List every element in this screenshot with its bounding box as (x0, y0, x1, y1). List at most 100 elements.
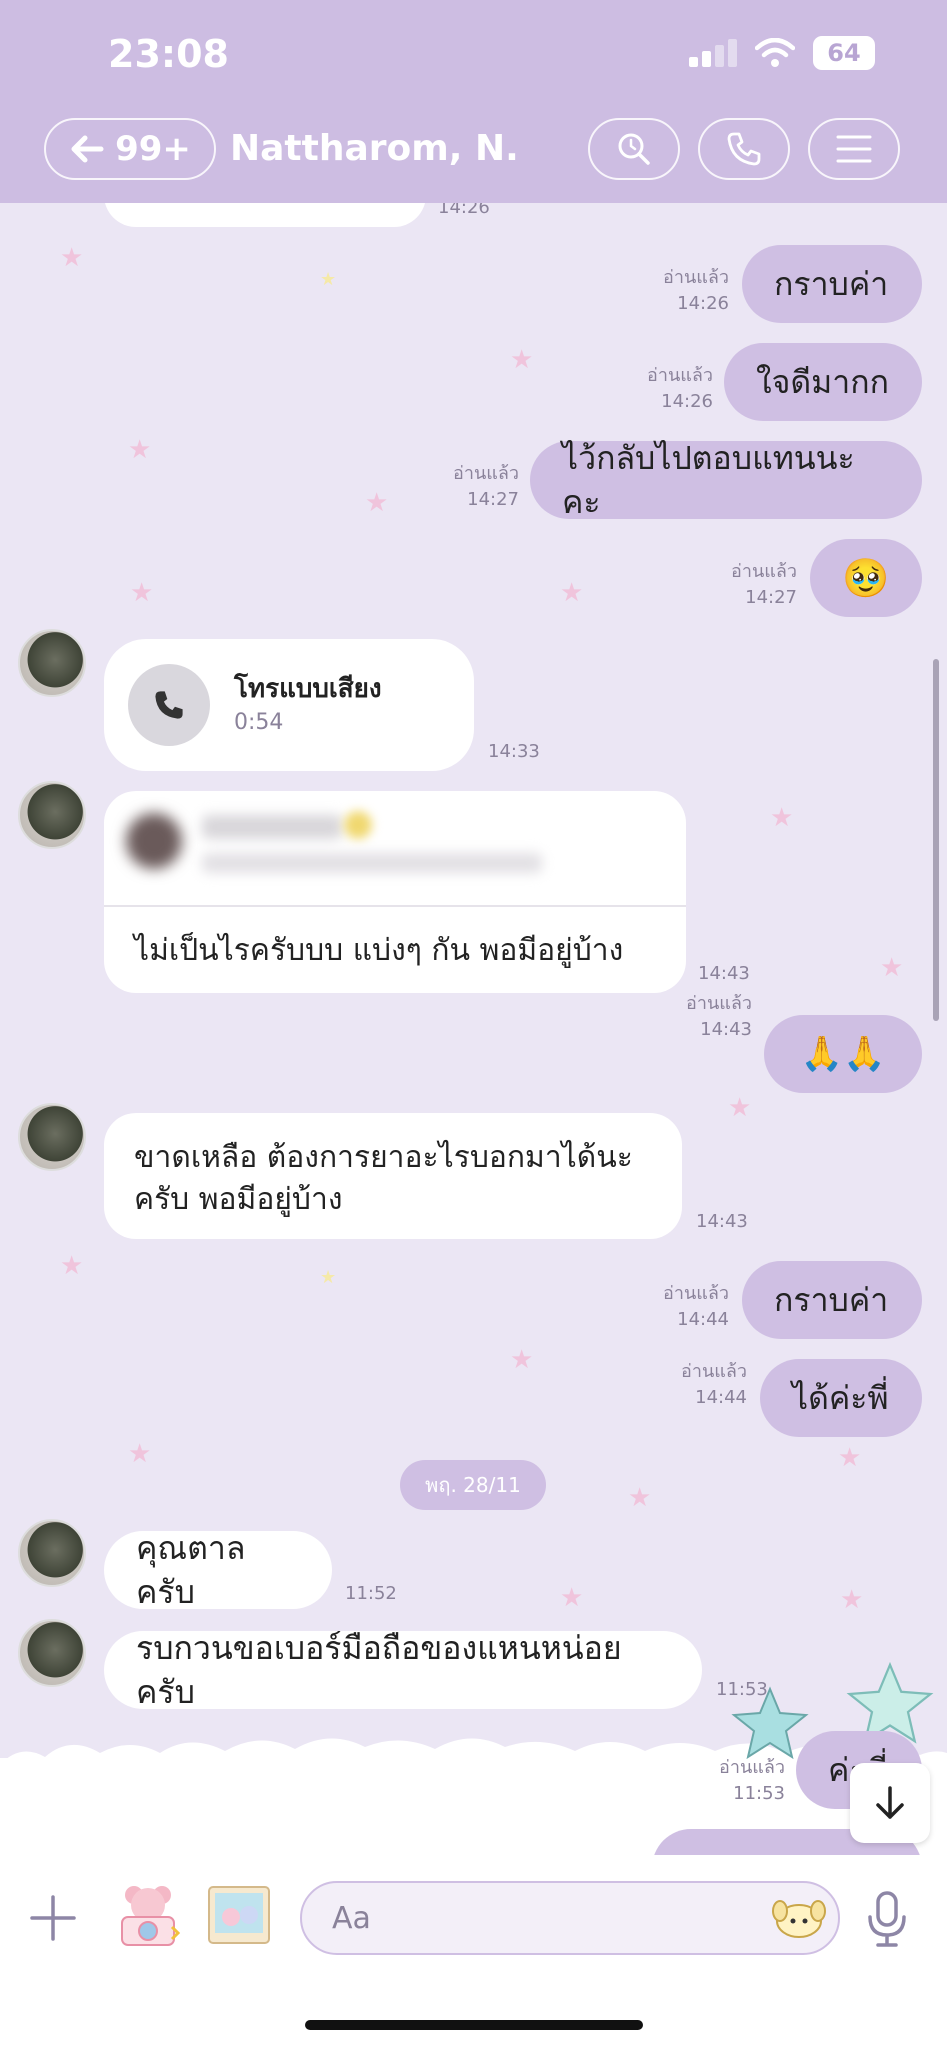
star-decoration: ★ (838, 1443, 862, 1473)
unread-count: 99+ (115, 129, 191, 169)
message-text-line: ขาดเหลือ ต้องการยาอะไรบอกมาได้นะ (134, 1140, 633, 1175)
message-text: คุณตาลครับ (136, 1529, 246, 1611)
star-decoration: ★ (770, 803, 794, 833)
message-bubble-outgoing[interactable]: 🙏🙏 (764, 1015, 922, 1093)
star-decoration: ★ (128, 435, 152, 465)
message-time: 14:26 (661, 391, 713, 412)
battery-indicator: 64 (813, 36, 875, 70)
message-meta: อ่านแล้ว 14:26 (647, 363, 713, 415)
star-decoration: ★ (60, 243, 84, 273)
avatar[interactable] (18, 629, 86, 697)
message-bubble-outgoing[interactable]: ใจดีมากก (724, 343, 922, 421)
message-bubble-incoming[interactable]: ขาดเหลือ ต้องการยาอะไรบอกมาได้นะ ครับ พอ… (104, 1113, 682, 1239)
quoted-text-blurred (202, 853, 542, 873)
menu-icon (836, 135, 872, 163)
contact-name[interactable]: Nattharom, N. (230, 128, 519, 169)
message-meta: อ่านแล้ว 14:44 (681, 1359, 747, 1411)
message-text: กราบค่า (774, 1281, 889, 1319)
read-receipt: อ่านแล้ว (681, 1361, 747, 1382)
wifi-icon (755, 38, 795, 67)
star-decoration: ★ (628, 1483, 652, 1513)
chat-area[interactable]: ★ ★ ★ ★ ★ ★ ★ ★ ★ ★ ★ ★ ★ ★ ★ ★ ★ ★ 14:2… (0, 203, 947, 1855)
call-duration: 0:54 (234, 710, 284, 735)
read-receipt: อ่านแล้ว (731, 561, 797, 582)
phone-icon (155, 691, 183, 719)
message-time: 14:26 (438, 203, 490, 218)
star-decoration: ★ (365, 488, 389, 518)
scroll-to-bottom-button[interactable] (850, 1763, 930, 1843)
message-time: 14:43 (696, 1211, 748, 1232)
star-decoration: ★ (880, 953, 904, 983)
read-receipt: อ่านแล้ว (647, 365, 713, 386)
message-time: 14:26 (677, 293, 729, 314)
message-time: 14:43 (698, 963, 750, 984)
cellular-signal-icon (689, 39, 737, 67)
message-text-line: ครับ พอมีอยู่บ้าง (134, 1182, 343, 1217)
read-receipt: อ่านแล้ว (719, 1757, 785, 1778)
star-decoration: ★ (560, 578, 584, 608)
back-button[interactable]: 99+ (44, 118, 216, 180)
message-bubble-outgoing[interactable]: 🥹 (810, 539, 922, 617)
message-time: 11:53 (733, 1783, 785, 1804)
emoji: 🥹 (842, 556, 890, 600)
quoted-emoji-blurred (344, 811, 372, 839)
message-time: 14:44 (695, 1387, 747, 1408)
message-bubble-outgoing[interactable]: ไว้กลับไปตอบแทนนะคะ (530, 439, 922, 521)
sticker-icon[interactable] (772, 1895, 826, 1941)
message-bubble-outgoing[interactable]: ได้ค่ะพี่ (760, 1359, 922, 1437)
message-text: ไม่เป็นไรครับบบ แบ่งๆ กัน พอมีอยู่บ้าง (134, 933, 624, 968)
status-icons: 64 (689, 36, 875, 70)
message-meta: อ่านแล้ว 14:44 (663, 1281, 729, 1333)
quoted-message[interactable] (104, 791, 686, 907)
message-text: รบกวนขอเบอร์มือถือของแหนหน่อยครับ (136, 1629, 622, 1711)
star-decoration: ★ (60, 1251, 84, 1281)
date-separator: พฤ. 28/11 (400, 1460, 546, 1510)
status-time: 23:08 (108, 32, 229, 76)
message-text: ใจดีมากก (756, 363, 889, 401)
read-receipt: อ่านแล้ว (663, 1283, 729, 1304)
scrollbar[interactable] (933, 659, 939, 1021)
message-time: 14:43 (700, 1019, 752, 1040)
avatar[interactable] (18, 1619, 86, 1687)
call-icon-circle (128, 664, 210, 746)
star-decoration: ★ (840, 1585, 864, 1615)
message-time: 14:27 (467, 489, 519, 510)
star-decoration: ★ (510, 1345, 534, 1375)
read-receipt: อ่านแล้ว (453, 463, 519, 484)
avatar[interactable] (18, 1519, 86, 1587)
menu-button[interactable] (808, 118, 900, 180)
call-title: โทรแบบเสียง (234, 674, 382, 704)
message-bubble-outgoing[interactable]: กราบค่า (742, 1261, 922, 1339)
message-meta: อ่านแล้ว 14:26 (663, 265, 729, 317)
search-button[interactable] (588, 118, 680, 180)
mic-icon[interactable] (860, 1889, 914, 1949)
message-text: ไว้กลับไปตอบแทนนะคะ (562, 439, 855, 521)
plus-icon[interactable] (28, 1893, 78, 1943)
message-bubble-incoming[interactable]: คุณตาลครับ (104, 1529, 332, 1611)
emoji: 🙏🙏 (800, 1034, 886, 1074)
message-time: 14:44 (677, 1309, 729, 1330)
avatar[interactable] (18, 1103, 86, 1171)
star-decoration: ★ (560, 1583, 584, 1613)
read-receipt: อ่านแล้ว (663, 267, 729, 288)
photo-icon[interactable] (205, 1883, 273, 1947)
message-bubble-incoming[interactable]: รบกวนขอเบอร์มือถือของแหนหน่อยครับ (104, 1629, 702, 1711)
voice-call-bubble[interactable]: โทรแบบเสียง 0:54 (104, 639, 474, 771)
call-info: โทรแบบเสียง 0:54 (234, 671, 382, 739)
bear-camera-icon[interactable] (112, 1883, 184, 1949)
star-decoration: ★ (128, 1439, 152, 1469)
avatar[interactable] (18, 781, 86, 849)
input-bar (0, 1855, 947, 2048)
call-button[interactable] (698, 118, 790, 180)
star-decoration: ★ (320, 269, 337, 290)
star-decoration: ★ (510, 345, 534, 375)
search-icon (618, 133, 650, 165)
reply-message-bubble[interactable]: ไม่เป็นไรครับบบ แบ่งๆ กัน พอมีอยู่บ้าง (104, 791, 686, 993)
read-receipt: อ่านแล้ว (686, 993, 752, 1014)
phone-icon (727, 132, 761, 166)
message-bubble-partial[interactable] (104, 203, 426, 227)
message-bubble-outgoing[interactable]: กราบค่า (742, 245, 922, 323)
message-input[interactable] (300, 1881, 840, 1955)
message-meta: อ่านแล้ว 14:27 (453, 461, 519, 513)
chat-header: 23:08 64 99+ Nattharom, N. (0, 0, 947, 203)
